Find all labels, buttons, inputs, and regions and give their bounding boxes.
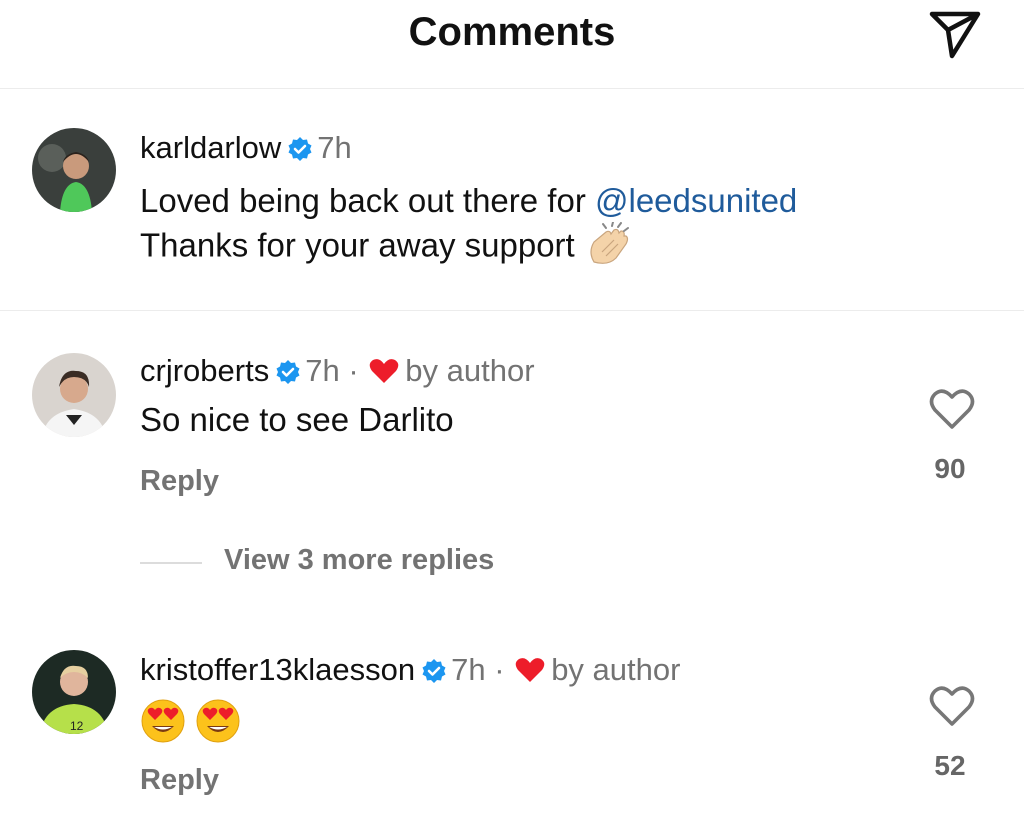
- timestamp: 7h: [305, 353, 340, 388]
- mention-link[interactable]: @leedsunited: [595, 182, 797, 219]
- comment-text: So nice to see Darlito: [140, 401, 454, 438]
- liked-by-author: by author: [551, 652, 681, 687]
- comment-meta: crjroberts 7h · by author: [140, 353, 535, 393]
- username[interactable]: kristoffer13klaesson: [140, 652, 415, 687]
- username[interactable]: karldarlow: [140, 130, 281, 165]
- comment-text-line2: Thanks for your away support: [140, 226, 575, 264]
- heart-filled-icon: [515, 655, 545, 691]
- heart-filled-icon: [369, 356, 399, 392]
- liked-by-author: by author: [405, 353, 535, 388]
- like-count: 52: [934, 750, 966, 781]
- comment-text: [140, 698, 241, 754]
- separator: ·: [494, 652, 505, 687]
- avatar[interactable]: [32, 128, 116, 212]
- avatar[interactable]: [32, 353, 116, 437]
- reply-thread-line: [140, 562, 202, 564]
- clapping-hands-emoji: [584, 221, 630, 274]
- heart-eyes-emoji: [195, 698, 241, 754]
- comment-kristoffer13klaesson: 12 kristoffer13klaesson 7h · by author Re…: [0, 610, 1024, 813]
- comment-meta: kristoffer13klaesson 7h · by author: [140, 652, 680, 692]
- reply-button[interactable]: Reply: [140, 764, 219, 797]
- timestamp: 7h: [451, 652, 486, 687]
- comment-text-line1: Loved being back out there for: [140, 182, 595, 219]
- comment-meta: karldarlow 7h: [140, 130, 352, 170]
- comment-crjroberts: crjroberts 7h · by author So nice to see …: [0, 311, 1024, 541]
- verified-badge-icon: [421, 656, 447, 692]
- separator: ·: [348, 353, 359, 388]
- comment-text: Loved being back out there for @leedsuni…: [140, 180, 797, 274]
- view-more-replies-label[interactable]: View 3 more replies: [224, 544, 494, 577]
- paper-plane-icon[interactable]: [924, 6, 984, 62]
- verified-badge-icon: [275, 357, 301, 393]
- timestamp: 7h: [317, 130, 352, 165]
- heart-outline-icon[interactable]: [928, 684, 976, 728]
- reply-button[interactable]: Reply: [140, 465, 219, 498]
- verified-badge-icon: [287, 134, 313, 170]
- svg-text:12: 12: [70, 719, 84, 733]
- username[interactable]: crjroberts: [140, 353, 269, 388]
- comments-header: Comments: [0, 0, 1024, 89]
- heart-outline-icon[interactable]: [928, 387, 976, 431]
- avatar[interactable]: 12: [32, 650, 116, 734]
- heart-eyes-emoji: [140, 698, 186, 754]
- comment-karldarlow: karldarlow 7h Loved being back out there …: [0, 88, 1024, 310]
- like-count: 90: [934, 453, 966, 484]
- header-title: Comments: [408, 10, 616, 54]
